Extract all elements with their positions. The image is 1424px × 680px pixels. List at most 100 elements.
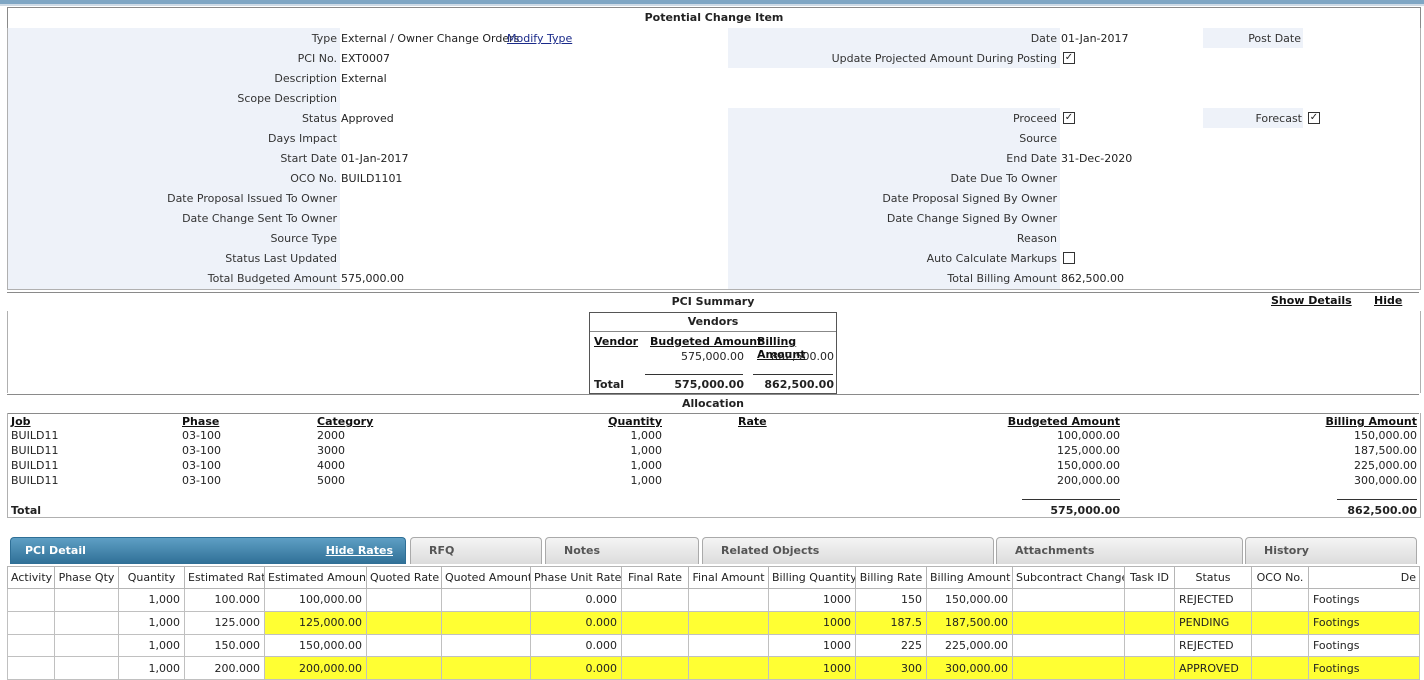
grid-cell[interactable]: 300 bbox=[855, 656, 927, 680]
vendor-budgeted-col-header[interactable]: Budgeted Amount bbox=[650, 335, 762, 348]
grid-col-header[interactable]: Quoted Amount bbox=[441, 566, 531, 589]
grid-col-header[interactable]: Billing Quantity bbox=[768, 566, 856, 589]
grid-cell[interactable]: REJECTED bbox=[1174, 633, 1252, 658]
grid-cell[interactable] bbox=[441, 633, 531, 658]
vendor-col-header[interactable]: Vendor bbox=[594, 335, 638, 348]
grid-row[interactable]: 1,000 200.000 200,000.00 0.000 1000 300 300,00… bbox=[7, 656, 1420, 680]
grid-cell[interactable] bbox=[366, 656, 442, 680]
grid-cell[interactable]: 150.000 bbox=[184, 633, 265, 658]
grid-cell[interactable]: 0.000 bbox=[530, 610, 622, 635]
grid-col-header[interactable]: Quoted Rate bbox=[366, 566, 442, 589]
hide-rates-link[interactable]: Hide Rates bbox=[326, 538, 393, 564]
grid-cell[interactable] bbox=[1124, 656, 1175, 680]
grid-col-header[interactable]: Billing Amount bbox=[926, 566, 1013, 589]
grid-cell[interactable]: 150 bbox=[855, 588, 927, 612]
grid-cell[interactable] bbox=[1012, 610, 1125, 635]
grid-cell[interactable] bbox=[7, 656, 55, 680]
grid-row[interactable]: 1,000 125.000 125,000.00 0.000 1000 187.5 187,… bbox=[7, 610, 1420, 635]
grid-col-header[interactable]: Final Amount bbox=[688, 566, 769, 589]
grid-col-header[interactable]: Subcontract Change bbox=[1012, 566, 1125, 589]
grid-col-header[interactable]: Phase Qty bbox=[54, 566, 119, 589]
grid-cell[interactable]: 1,000 bbox=[118, 588, 185, 612]
tab-pci-detail[interactable]: PCI Detail Hide Rates bbox=[10, 537, 406, 564]
grid-cell[interactable] bbox=[1012, 588, 1125, 612]
tab-notes[interactable]: Notes bbox=[545, 537, 699, 564]
grid-cell[interactable]: 1,000 bbox=[118, 610, 185, 635]
alloc-rate-header[interactable]: Rate bbox=[738, 415, 767, 428]
grid-cell[interactable] bbox=[54, 633, 119, 658]
grid-cell[interactable]: 187.5 bbox=[855, 610, 927, 635]
grid-cell[interactable] bbox=[1012, 633, 1125, 658]
grid-cell[interactable]: Footings bbox=[1308, 610, 1420, 635]
grid-cell[interactable] bbox=[621, 588, 689, 612]
grid-cell[interactable] bbox=[1251, 656, 1309, 680]
grid-cell[interactable] bbox=[1124, 633, 1175, 658]
grid-cell[interactable] bbox=[688, 656, 769, 680]
grid-cell[interactable]: 125,000.00 bbox=[264, 610, 367, 635]
grid-cell[interactable]: 200,000.00 bbox=[264, 656, 367, 680]
tab-attachments[interactable]: Attachments bbox=[996, 537, 1243, 564]
grid-cell[interactable]: Footings bbox=[1308, 588, 1420, 612]
grid-cell[interactable]: 100,000.00 bbox=[264, 588, 367, 612]
grid-col-header[interactable]: Billing Rate bbox=[855, 566, 927, 589]
alloc-budgeted-header[interactable]: Budgeted Amount bbox=[1008, 415, 1120, 428]
grid-cell[interactable] bbox=[621, 656, 689, 680]
grid-cell[interactable] bbox=[54, 588, 119, 612]
grid-cell[interactable] bbox=[441, 588, 531, 612]
grid-cell[interactable]: 225,000.00 bbox=[926, 633, 1013, 658]
grid-cell[interactable]: APPROVED bbox=[1174, 656, 1252, 680]
forecast-checkbox[interactable]: ✓ bbox=[1308, 112, 1320, 124]
grid-cell[interactable] bbox=[1124, 610, 1175, 635]
grid-row[interactable]: 1,000 150.000 150,000.00 0.000 1000 225 225,00… bbox=[7, 633, 1420, 658]
grid-cell[interactable] bbox=[366, 610, 442, 635]
grid-cell[interactable]: 1000 bbox=[768, 610, 856, 635]
grid-cell[interactable] bbox=[621, 610, 689, 635]
grid-col-header[interactable]: Estimated Amount bbox=[264, 566, 367, 589]
alloc-category-header[interactable]: Category bbox=[317, 415, 373, 428]
grid-col-header[interactable]: Activity bbox=[7, 566, 55, 589]
grid-cell[interactable] bbox=[54, 656, 119, 680]
grid-cell[interactable] bbox=[688, 588, 769, 612]
grid-cell[interactable]: Footings bbox=[1308, 656, 1420, 680]
grid-row[interactable]: 1,000 100.000 100,000.00 0.000 1000 150 150,00… bbox=[7, 588, 1420, 612]
grid-cell[interactable] bbox=[621, 633, 689, 658]
grid-cell[interactable] bbox=[366, 588, 442, 612]
grid-cell[interactable]: Footings bbox=[1308, 633, 1420, 658]
grid-cell[interactable] bbox=[1251, 610, 1309, 635]
tab-rfq[interactable]: RFQ bbox=[410, 537, 542, 564]
grid-col-header[interactable]: Estimated Rate bbox=[184, 566, 265, 589]
alloc-quantity-header[interactable]: Quantity bbox=[608, 415, 662, 428]
grid-cell[interactable] bbox=[7, 588, 55, 612]
grid-cell[interactable]: 300,000.00 bbox=[926, 656, 1013, 680]
show-details-link[interactable]: Show Details bbox=[1271, 294, 1352, 307]
grid-cell[interactable]: 1000 bbox=[768, 656, 856, 680]
grid-cell[interactable]: 150,000.00 bbox=[926, 588, 1013, 612]
grid-cell[interactable]: 150,000.00 bbox=[264, 633, 367, 658]
grid-cell[interactable] bbox=[441, 656, 531, 680]
grid-cell[interactable]: 0.000 bbox=[530, 588, 622, 612]
grid-cell[interactable] bbox=[688, 633, 769, 658]
grid-cell[interactable]: 1,000 bbox=[118, 656, 185, 680]
modify-type-link[interactable]: Modify Type bbox=[507, 32, 572, 46]
grid-cell[interactable]: 1000 bbox=[768, 633, 856, 658]
proceed-checkbox[interactable]: ✓ bbox=[1063, 112, 1075, 124]
grid-col-header[interactable]: Final Rate bbox=[621, 566, 689, 589]
grid-cell[interactable] bbox=[366, 633, 442, 658]
grid-cell[interactable] bbox=[688, 610, 769, 635]
grid-col-header[interactable]: Status bbox=[1174, 566, 1252, 589]
grid-cell[interactable]: 125.000 bbox=[184, 610, 265, 635]
grid-cell[interactable] bbox=[7, 633, 55, 658]
alloc-phase-header[interactable]: Phase bbox=[182, 415, 219, 428]
grid-cell[interactable]: 100.000 bbox=[184, 588, 265, 612]
grid-cell[interactable] bbox=[1124, 588, 1175, 612]
grid-col-header[interactable]: Quantity bbox=[118, 566, 185, 589]
tab-related-objects[interactable]: Related Objects bbox=[702, 537, 994, 564]
grid-cell[interactable]: 1000 bbox=[768, 588, 856, 612]
grid-col-header[interactable]: Phase Unit Rate bbox=[530, 566, 622, 589]
grid-cell[interactable]: 1,000 bbox=[118, 633, 185, 658]
grid-cell[interactable] bbox=[1251, 633, 1309, 658]
grid-cell[interactable] bbox=[441, 610, 531, 635]
grid-cell[interactable] bbox=[1251, 588, 1309, 612]
auto-calc-checkbox[interactable] bbox=[1063, 252, 1075, 264]
grid-cell[interactable] bbox=[1012, 656, 1125, 680]
